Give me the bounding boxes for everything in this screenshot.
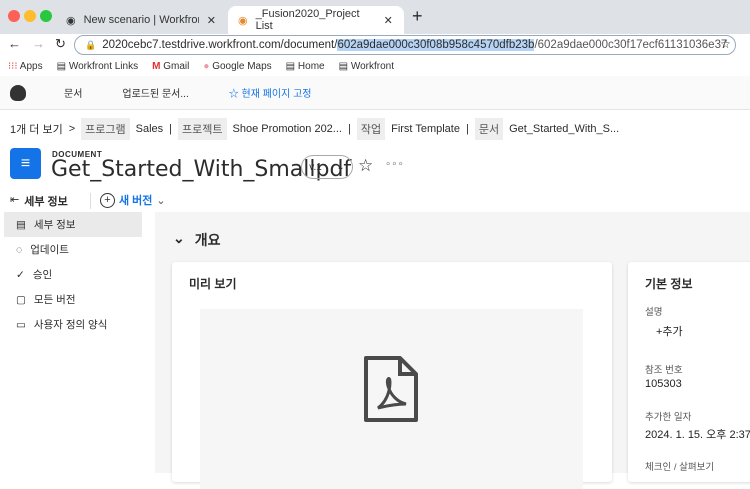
breadcrumb-document[interactable]: Get_Started_With_S... bbox=[509, 123, 619, 135]
bookmark-google-maps[interactable]: ● Google Maps bbox=[203, 61, 271, 72]
preview-area[interactable] bbox=[200, 309, 583, 489]
form-icon: ▭ bbox=[16, 318, 26, 331]
apps-grid-icon: ⁝⁝⁝ bbox=[8, 60, 18, 72]
document-icon: ≡ bbox=[10, 148, 41, 179]
version-select[interactable]: v.1 ⌄ bbox=[301, 155, 353, 179]
minimize-window-button[interactable] bbox=[24, 10, 36, 22]
close-tab-icon[interactable]: ✕ bbox=[207, 14, 216, 27]
pin-page-button[interactable]: ☆ 현재 페이지 고정 bbox=[229, 85, 312, 100]
app-header: 문서 업로드된 문서... ☆ 현재 페이지 고정 bbox=[0, 76, 750, 110]
url-input[interactable]: 🔒 2020cebc7.testdrive.workfront.com/docum… bbox=[74, 35, 736, 55]
breadcrumb-project[interactable]: Shoe Promotion 202... bbox=[233, 123, 342, 135]
breadcrumb: 1개 더 보기 > 프로그램 Sales | 프로젝트 Shoe Promotion 2… bbox=[10, 118, 619, 140]
browser-tab[interactable]: ◉New scenario | Workfront Fusi✕ bbox=[56, 6, 226, 34]
preview-card: 미리 보기 bbox=[172, 262, 612, 489]
header-item-documents[interactable]: 문서 bbox=[64, 85, 82, 100]
sidebar-item-updates[interactable]: ◌ 업데이트 bbox=[4, 237, 142, 262]
chevron-down-icon: ⌄ bbox=[173, 230, 185, 246]
browser-tab-active[interactable]: ◉ _Fusion2020_Project List ✕ bbox=[228, 6, 404, 34]
toggle-details-panel[interactable]: ⇤ 세부 정보 bbox=[10, 193, 68, 209]
divider bbox=[90, 193, 91, 209]
favorite-star-icon[interactable]: ☆ bbox=[358, 156, 373, 176]
bookmark-workfront-links[interactable]: ▤ Workfront Links bbox=[57, 61, 139, 72]
overview-section-toggle[interactable]: ⌄ 개요 bbox=[173, 230, 221, 250]
close-tab-icon[interactable]: ✕ bbox=[384, 14, 393, 27]
pin-icon: ☆ bbox=[228, 89, 239, 100]
breadcrumb-task[interactable]: First Template bbox=[391, 123, 460, 135]
folder-icon: ▤ bbox=[56, 60, 67, 72]
bookmarks-bar: ⁝⁝⁝ Apps ▤ Workfront Links M Gmail ● Goo… bbox=[0, 56, 750, 76]
chevron-down-icon: ⌄ bbox=[336, 161, 345, 173]
bookmark-workfront[interactable]: ▤ Workfront bbox=[339, 61, 394, 72]
reload-icon[interactable]: ↻ bbox=[55, 36, 66, 52]
workfront-logo-icon[interactable] bbox=[10, 84, 26, 101]
sidebar-item-approvals[interactable]: ✓ 승인 bbox=[4, 262, 142, 287]
tab-favicon-icon: ◉ bbox=[238, 14, 248, 27]
breadcrumb-more[interactable]: 1개 더 보기 bbox=[10, 121, 63, 137]
gmail-icon: M bbox=[152, 60, 161, 72]
close-window-button[interactable] bbox=[8, 10, 20, 22]
bookmark-star-icon[interactable]: ☆ bbox=[720, 37, 731, 51]
lock-icon: 🔒 bbox=[85, 39, 97, 50]
versions-icon: ▢ bbox=[16, 293, 26, 306]
basic-info-card: 기본 정보 설명 +추가 참조 번호 105303 추가한 일자 2024. 1… bbox=[628, 262, 750, 482]
forward-icon[interactable]: → bbox=[32, 36, 45, 51]
comment-icon: ◌ bbox=[16, 243, 23, 256]
sidebar-item-details[interactable]: ▤ 세부 정보 bbox=[4, 212, 142, 237]
maximize-window-button[interactable] bbox=[40, 10, 52, 22]
maps-pin-icon: ● bbox=[203, 60, 210, 72]
bookmark-apps[interactable]: ⁝⁝⁝ Apps bbox=[8, 61, 43, 72]
check-circle-icon: ✓ bbox=[16, 268, 25, 281]
back-icon[interactable]: ← bbox=[8, 36, 21, 51]
chevron-down-icon: ⌄ bbox=[156, 194, 166, 207]
add-circle-icon: + bbox=[100, 192, 115, 208]
breadcrumb-program[interactable]: Sales bbox=[136, 123, 164, 135]
sidebar-item-custom-forms[interactable]: ▭ 사용자 정의 양식 bbox=[4, 312, 142, 337]
more-options-icon[interactable]: ∘∘∘ bbox=[385, 159, 404, 170]
header-item-uploaded[interactable]: 업로드된 문서... bbox=[122, 85, 188, 100]
tab-favicon-icon: ◉ bbox=[66, 14, 76, 27]
folder-icon: ▤ bbox=[285, 60, 296, 72]
collapse-panel-icon: ⇤ bbox=[10, 194, 20, 206]
pdf-file-icon bbox=[364, 356, 418, 422]
folder-icon: ▤ bbox=[338, 60, 349, 72]
bookmark-home[interactable]: ▤ Home bbox=[286, 61, 325, 72]
document-details-icon: ▤ bbox=[16, 218, 26, 231]
add-description-button[interactable]: +추가 bbox=[656, 323, 683, 339]
new-tab-button[interactable]: + bbox=[412, 6, 423, 27]
new-version-button[interactable]: + 새 버전 ⌄ bbox=[100, 192, 166, 208]
sidebar: ▤ 세부 정보 ◌ 업데이트 ✓ 승인 ▢ 모든 버전 ▭ 사용자 정의 양식 bbox=[0, 212, 155, 473]
sidebar-item-all-versions[interactable]: ▢ 모든 버전 bbox=[4, 287, 142, 312]
bookmark-gmail[interactable]: M Gmail bbox=[152, 61, 189, 72]
